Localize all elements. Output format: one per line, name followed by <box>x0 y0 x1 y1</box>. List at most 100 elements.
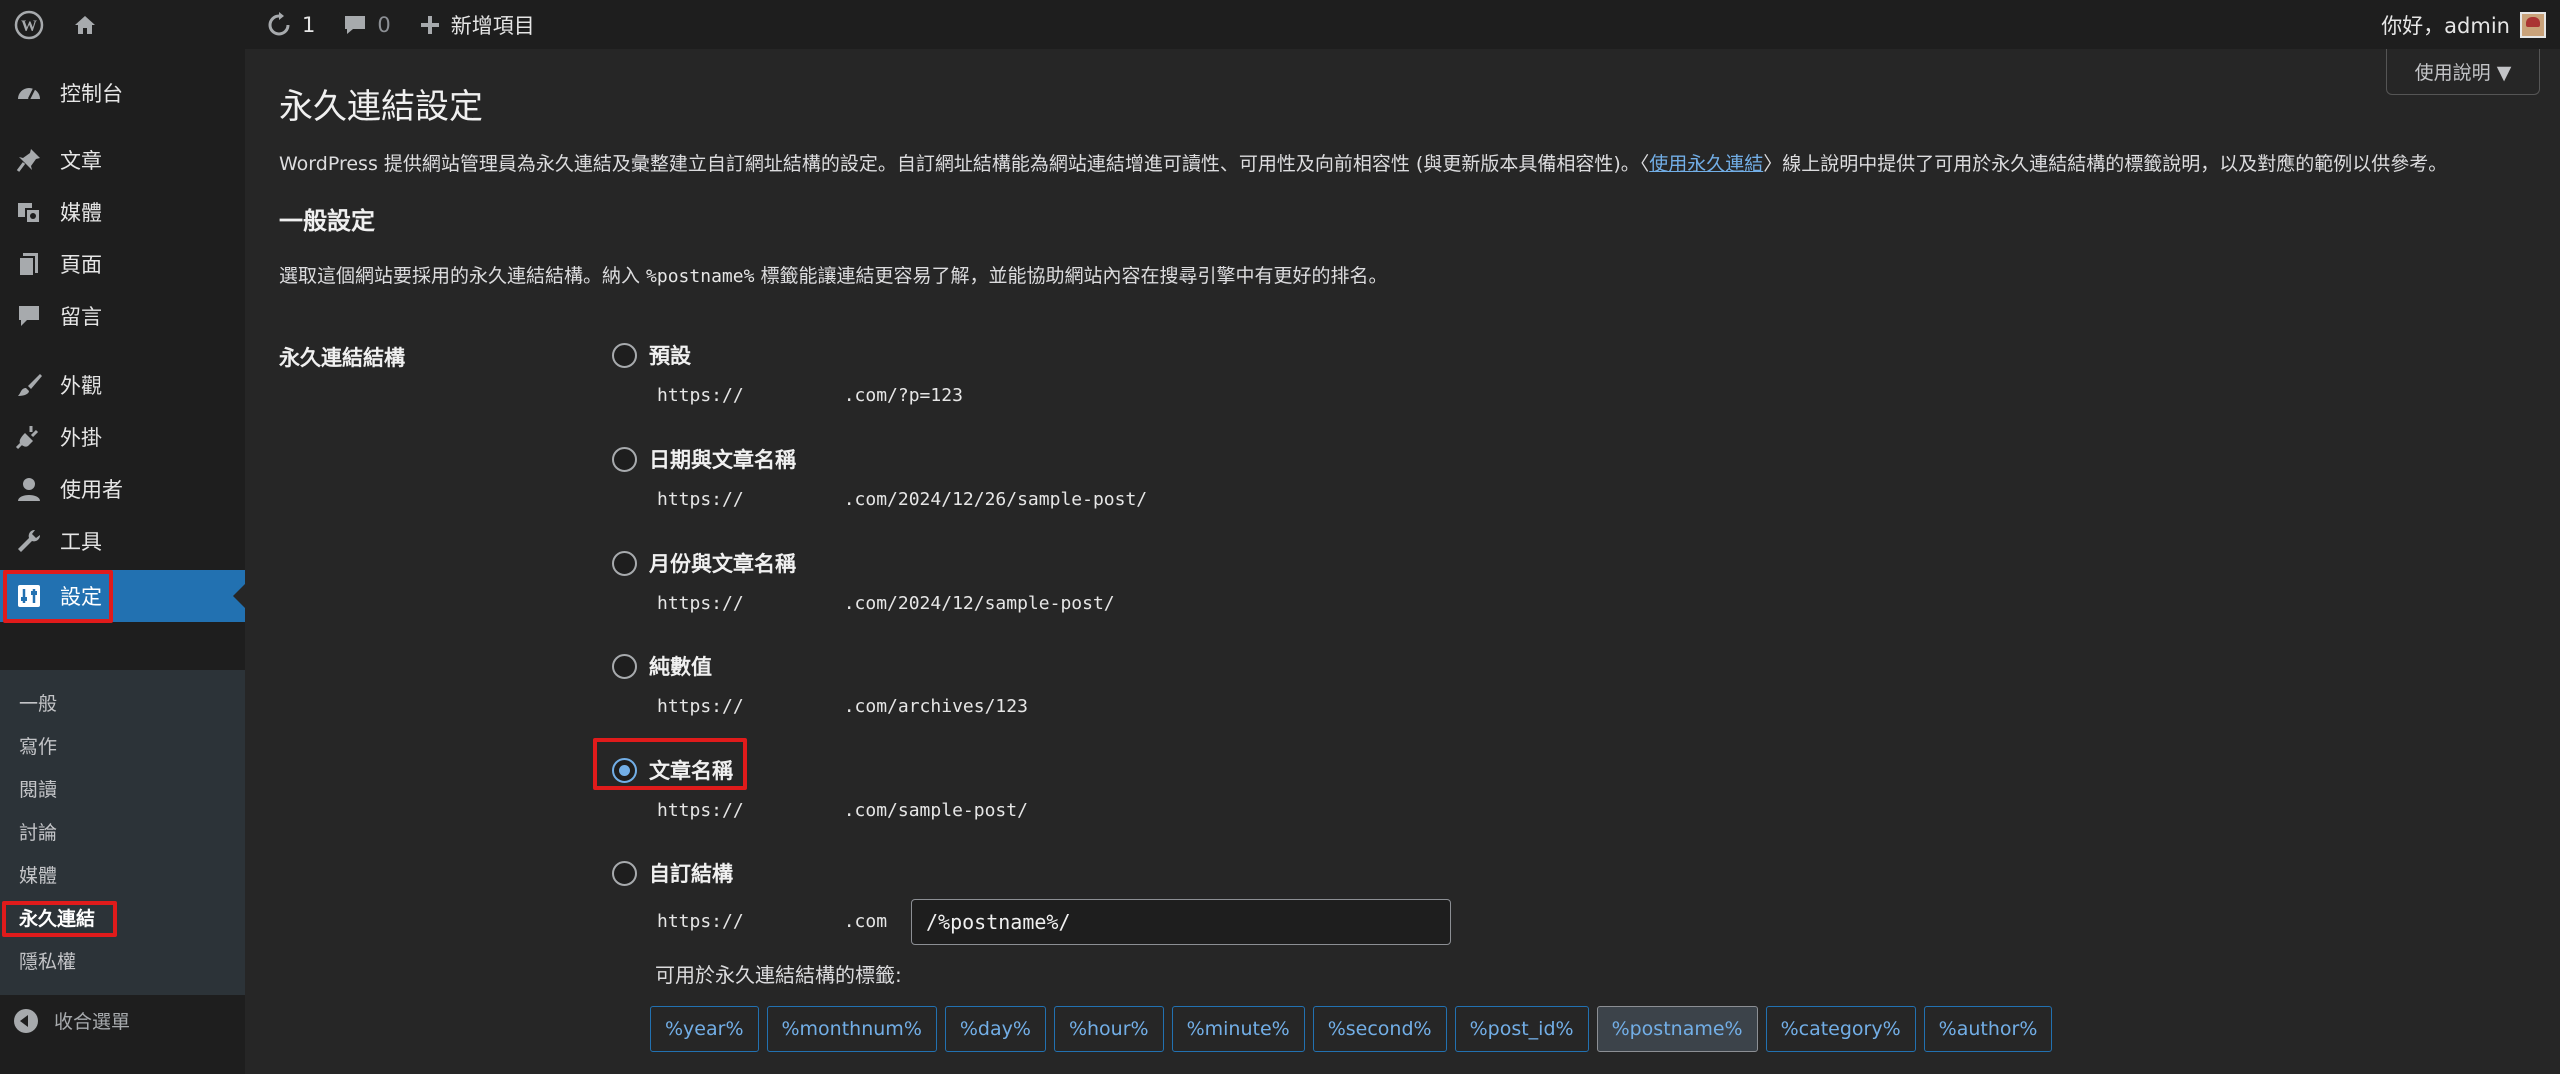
url-example-day-name: https:// .com/2024/12/26/sample-post/ <box>657 489 1147 510</box>
submenu-reading[interactable]: 閱讀 <box>19 775 57 802</box>
page-icon <box>12 247 46 281</box>
tag-author-button[interactable]: %author% <box>1923 1006 2053 1052</box>
tag-minute-button[interactable]: %minute% <box>1171 1006 1305 1052</box>
menu-dashboard[interactable]: 控制台 <box>0 67 245 119</box>
plus-icon <box>419 14 441 36</box>
wrench-icon <box>12 524 46 558</box>
menu-label: 工具 <box>60 530 102 554</box>
menu-plugins[interactable]: 外掛 <box>0 411 245 463</box>
option-label: 預設 <box>649 344 691 368</box>
menu-label: 文章 <box>60 149 102 173</box>
menu-label: 媒體 <box>60 201 102 225</box>
available-tags-label: 可用於永久連結結構的標籤: <box>655 963 902 987</box>
greeting-text: 你好，admin <box>2381 13 2510 38</box>
tag-post-id-button[interactable]: %post_id% <box>1454 1006 1589 1052</box>
url-example-plain: https:// .com/?p=123 <box>657 385 963 406</box>
menu-media[interactable]: 媒體 <box>0 186 245 238</box>
page-title: 永久連結設定 <box>279 87 483 127</box>
brush-icon <box>12 368 46 402</box>
available-tags: %year% %monthnum% %day% %hour% %minute% … <box>650 1006 2053 1052</box>
tag-day-button[interactable]: %day% <box>944 1006 1046 1052</box>
wordpress-logo-icon[interactable]: W <box>0 0 58 49</box>
submenu-general[interactable]: 一般 <box>19 689 57 716</box>
desc-before: 選取這個網站要採用的永久連結結構。納入 <box>279 265 647 287</box>
comment-icon <box>12 299 46 333</box>
comment-bubble-icon <box>343 13 367 37</box>
url-example-month-name: https:// .com/2024/12/sample-post/ <box>657 593 1115 614</box>
user-icon <box>12 472 46 506</box>
main-content: 永久連結設定 WordPress 提供網站管理員為永久連結及彙整建立自訂網址結構… <box>245 49 2560 1074</box>
menu-tools[interactable]: 工具 <box>0 515 245 567</box>
media-icon <box>12 195 46 229</box>
option-plain[interactable]: 預設 <box>612 340 691 370</box>
url-suffix: .com/sample-post/ <box>843 800 1028 821</box>
updates-item[interactable]: 1 <box>252 0 329 49</box>
menu-comments[interactable]: 留言 <box>0 290 245 342</box>
plugin-icon <box>12 420 46 454</box>
url-suffix: .com/?p=123 <box>843 385 963 406</box>
menu-label: 外觀 <box>60 374 102 398</box>
intro-after: 〉線上說明中提供了可用於永久連結結構的標籤說明，以及對應的範例以供參考。 <box>1763 153 2448 175</box>
new-content-item[interactable]: 新增項目 <box>405 0 549 49</box>
menu-label: 控制台 <box>60 82 123 106</box>
intro-text: WordPress 提供網站管理員為永久連結及彙整建立自訂網址結構的設定。自訂網… <box>279 149 2447 176</box>
permalinks-highlight-box <box>2 901 117 937</box>
postname-code: %postname% <box>646 266 755 287</box>
custom-structure-input[interactable]: /%postname%/ <box>911 899 1451 945</box>
tag-monthnum-button[interactable]: %monthnum% <box>766 1006 937 1052</box>
post-name-highlight-box <box>593 738 747 790</box>
option-numeric[interactable]: 純數值 <box>612 651 712 681</box>
permalink-structure-label: 永久連結結構 <box>279 346 405 370</box>
home-icon[interactable] <box>58 0 112 49</box>
comments-item[interactable]: 0 <box>329 0 404 49</box>
option-day-name[interactable]: 日期與文章名稱 <box>612 444 796 474</box>
submenu-discussion[interactable]: 討論 <box>19 818 57 845</box>
comments-count: 0 <box>377 12 391 37</box>
radio-plain[interactable] <box>612 342 637 368</box>
tag-second-button[interactable]: %second% <box>1312 1006 1447 1052</box>
pin-icon <box>12 143 46 177</box>
dashboard-icon <box>12 76 46 110</box>
option-label: 月份與文章名稱 <box>649 552 796 576</box>
url-example-post-name: https:// .com/sample-post/ <box>657 800 1028 821</box>
radio-month-name[interactable] <box>612 550 637 576</box>
menu-label: 頁面 <box>60 253 102 277</box>
option-label: 純數值 <box>649 655 712 679</box>
url-prefix: https:// <box>657 696 744 717</box>
url-example-numeric: https:// .com/archives/123 <box>657 696 1028 717</box>
url-prefix: https:// <box>657 489 744 510</box>
radio-numeric[interactable] <box>612 653 637 679</box>
url-prefix: https:// <box>657 911 744 932</box>
submenu-privacy[interactable]: 隱私權 <box>19 947 76 974</box>
menu-posts[interactable]: 文章 <box>0 134 245 186</box>
avatar <box>2520 11 2546 38</box>
menu-label: 留言 <box>60 305 102 329</box>
using-permalinks-link[interactable]: 使用永久連結 <box>1649 153 1763 175</box>
my-account[interactable]: 你好，admin <box>2381 0 2546 49</box>
tag-hour-button[interactable]: %hour% <box>1053 1006 1164 1052</box>
menu-users[interactable]: 使用者 <box>0 463 245 515</box>
menu-appearance[interactable]: 外觀 <box>0 359 245 411</box>
settings-highlight-box <box>3 570 113 623</box>
svg-text:W: W <box>21 18 37 35</box>
tag-year-button[interactable]: %year% <box>650 1006 759 1052</box>
radio-custom[interactable] <box>612 860 637 886</box>
structure-description: 選取這個網站要採用的永久連結結構。納入 %postname% 標籤能讓連結更容易… <box>279 261 1387 288</box>
submenu-media[interactable]: 媒體 <box>19 861 57 888</box>
option-label: 日期與文章名稱 <box>649 448 796 472</box>
tag-category-button[interactable]: %category% <box>1765 1006 1916 1052</box>
url-prefix: https:// <box>657 385 744 406</box>
url-suffix: .com/2024/12/sample-post/ <box>843 593 1115 614</box>
radio-day-name[interactable] <box>612 446 637 472</box>
tag-postname-button[interactable]: %postname% <box>1596 1006 1758 1052</box>
url-example-custom: https:// .com <box>657 911 887 932</box>
collapse-label: 收合選單 <box>54 1011 131 1033</box>
option-custom[interactable]: 自訂結構 <box>612 858 733 888</box>
submenu-writing[interactable]: 寫作 <box>19 732 57 759</box>
option-month-name[interactable]: 月份與文章名稱 <box>612 548 796 578</box>
collapse-arrow-icon <box>14 1008 38 1033</box>
updates-count: 1 <box>302 12 316 37</box>
admin-sidebar: 控制台 文章 媒體 頁面 留言 外觀 外掛 使用者 工具 設定 一般 寫作 閱讀… <box>0 49 245 1074</box>
collapse-menu-button[interactable]: 收合選單 <box>14 1007 130 1034</box>
menu-pages[interactable]: 頁面 <box>0 238 245 290</box>
